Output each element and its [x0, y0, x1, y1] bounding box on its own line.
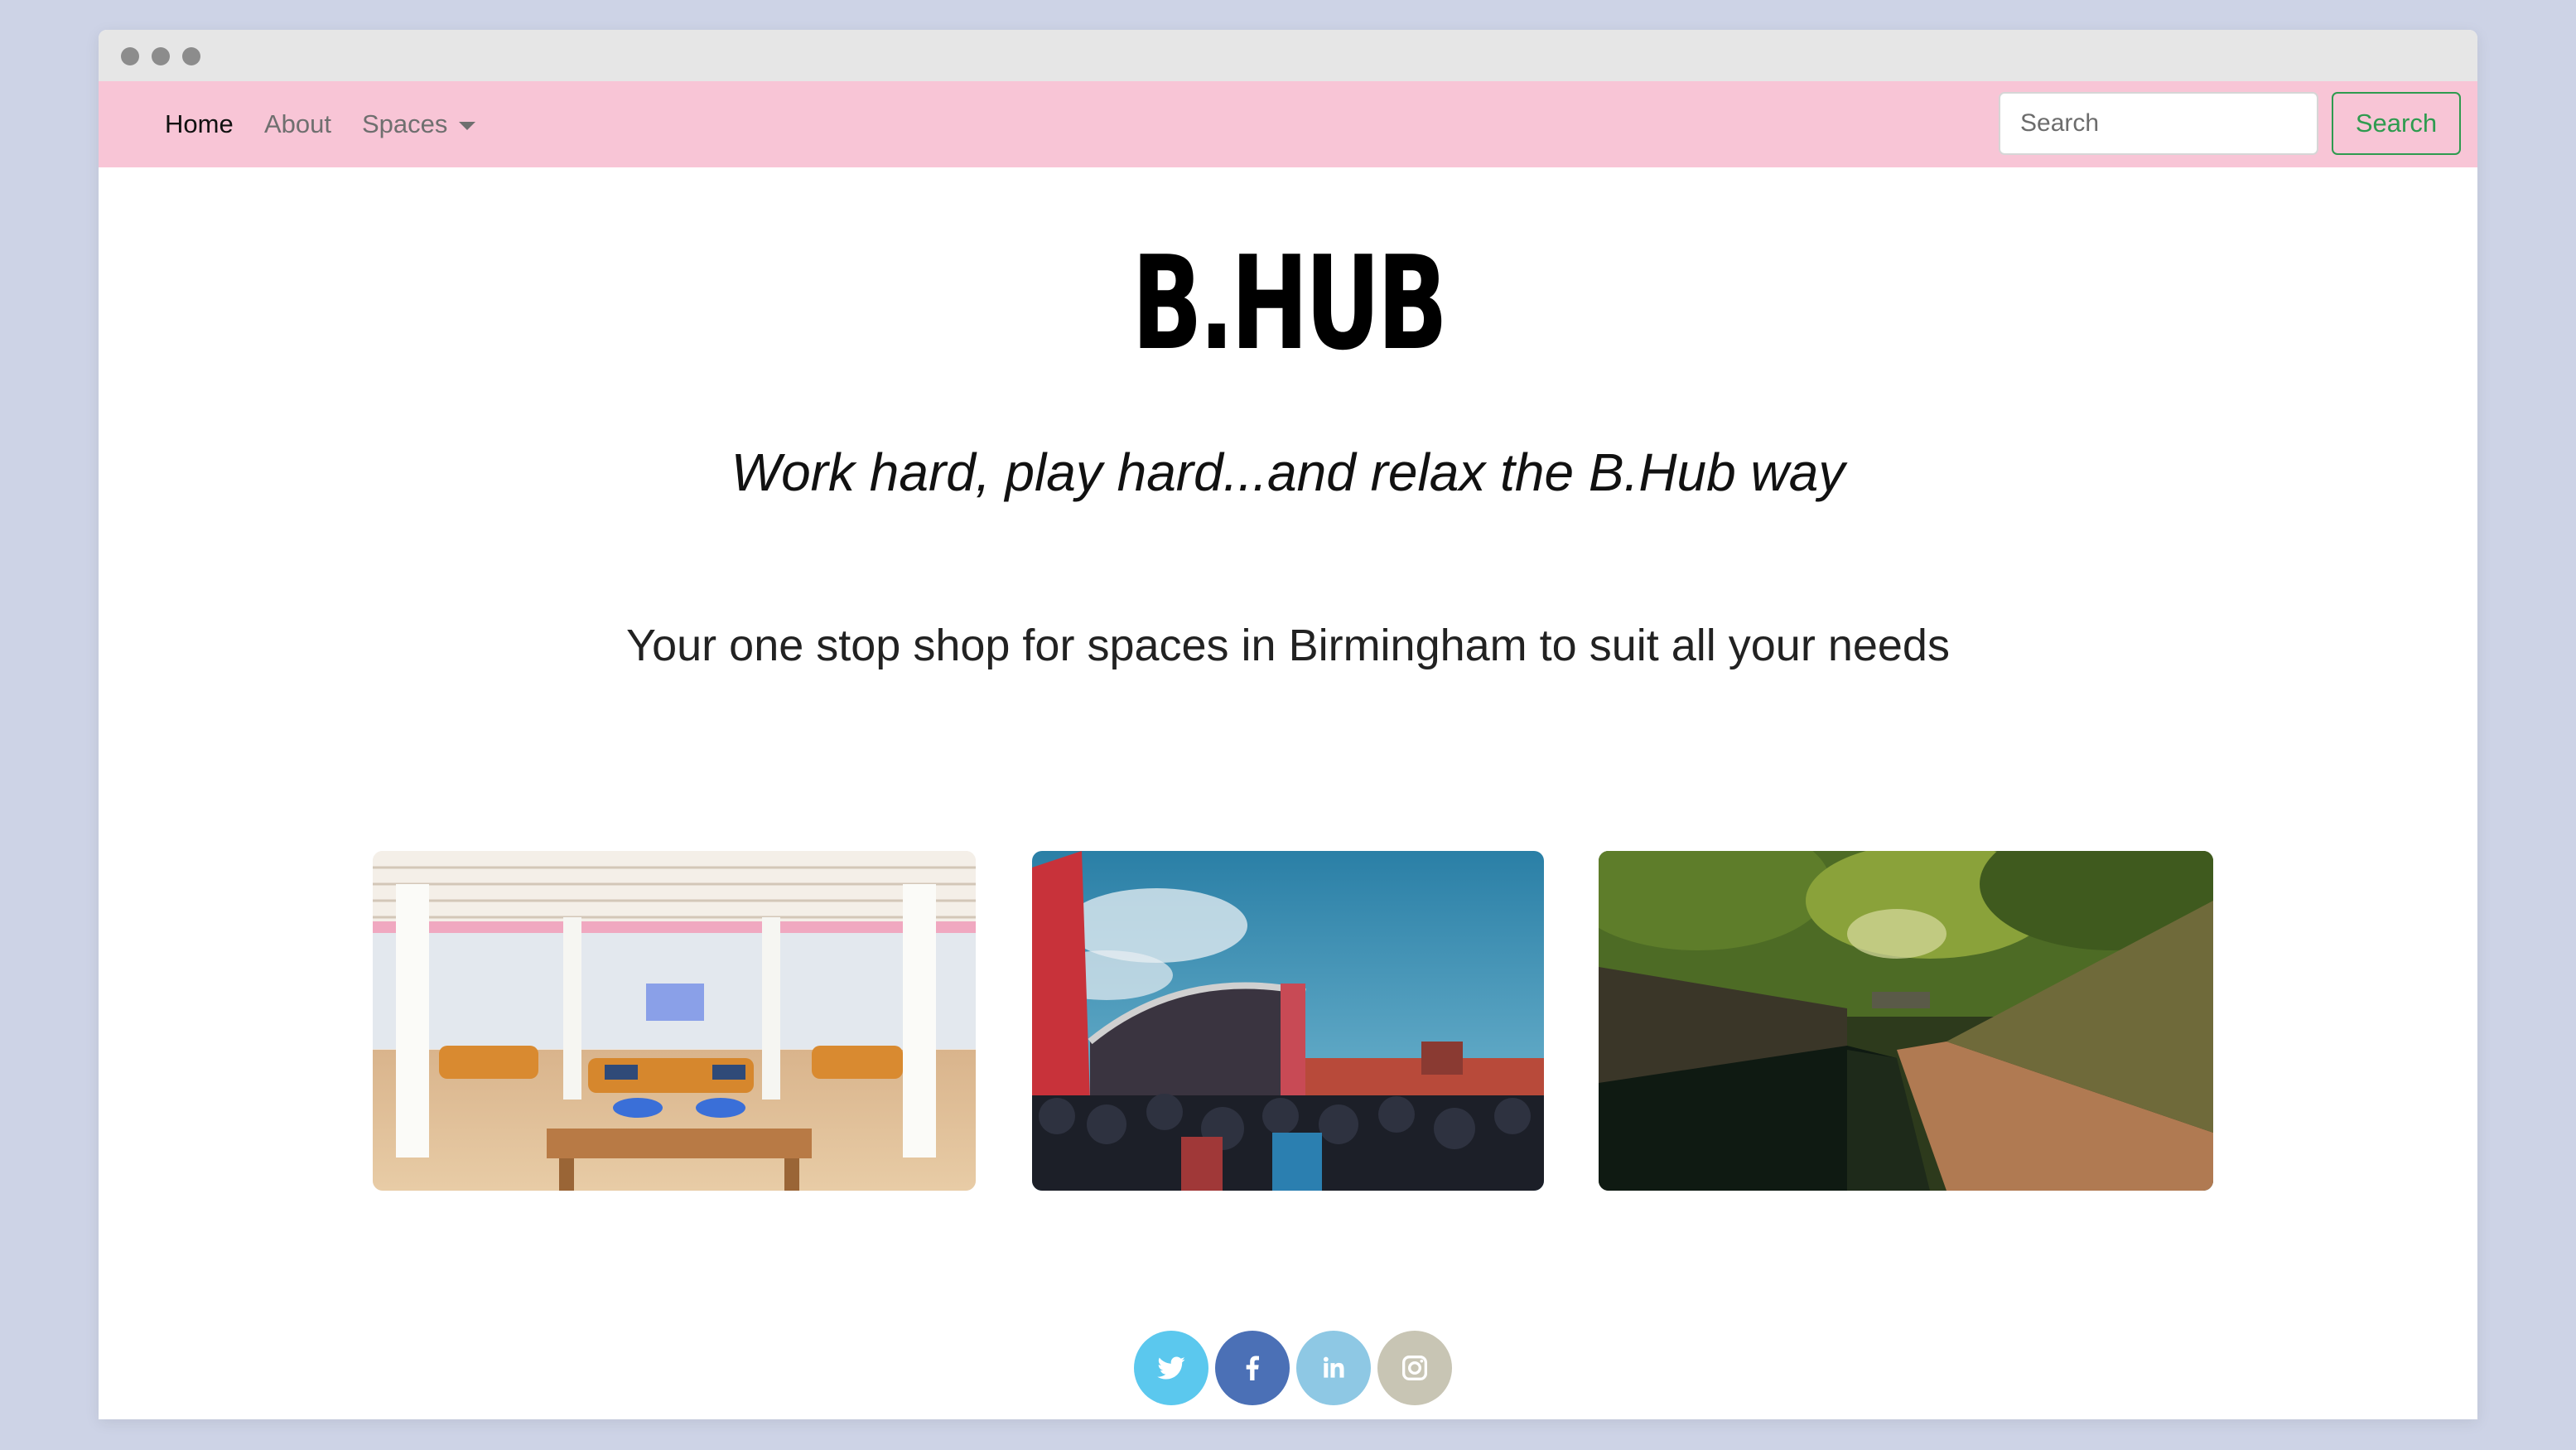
window-dot-maximize[interactable]: [182, 47, 200, 65]
brand-logo: B.HUB: [1131, 228, 1448, 379]
navbar: Home About Spaces Search: [99, 81, 2477, 167]
search-button[interactable]: Search: [2332, 92, 2461, 155]
facebook-button[interactable]: [1215, 1331, 1290, 1405]
twitter-icon: [1157, 1356, 1185, 1380]
gallery-image-canal[interactable]: [1599, 851, 2213, 1191]
gallery-image-festival[interactable]: [1032, 851, 1544, 1191]
festival-photo-graphic: [1032, 851, 1544, 1191]
nav-about-link[interactable]: About: [264, 81, 331, 167]
nav-spaces-dropdown[interactable]: Spaces: [362, 81, 476, 167]
tagline: Work hard, play hard...and relax the B.H…: [731, 442, 1845, 502]
twitter-button[interactable]: [1134, 1331, 1208, 1405]
subtitle: Your one stop shop for spaces in Birming…: [626, 621, 1950, 670]
nav-spaces-label: Spaces: [362, 109, 448, 138]
facebook-icon: [1246, 1356, 1259, 1380]
browser-window: Home About Spaces Search B.HUB Work hard…: [99, 30, 2477, 1419]
instagram-button[interactable]: [1377, 1331, 1452, 1405]
window-dot-close[interactable]: [121, 47, 139, 65]
window-dot-minimize[interactable]: [152, 47, 170, 65]
search-input[interactable]: [1999, 92, 2318, 155]
gallery-image-coworking[interactable]: [373, 851, 976, 1191]
nav-home-link[interactable]: Home: [165, 81, 234, 167]
linkedin-button[interactable]: [1296, 1331, 1371, 1405]
linkedin-icon: [1323, 1356, 1344, 1378]
instagram-icon: [1402, 1356, 1427, 1380]
coworking-photo-graphic: [373, 851, 976, 1191]
caret-down-icon: [459, 121, 476, 130]
canal-photo-graphic: [1599, 851, 2213, 1191]
window-titlebar: [99, 30, 2477, 81]
